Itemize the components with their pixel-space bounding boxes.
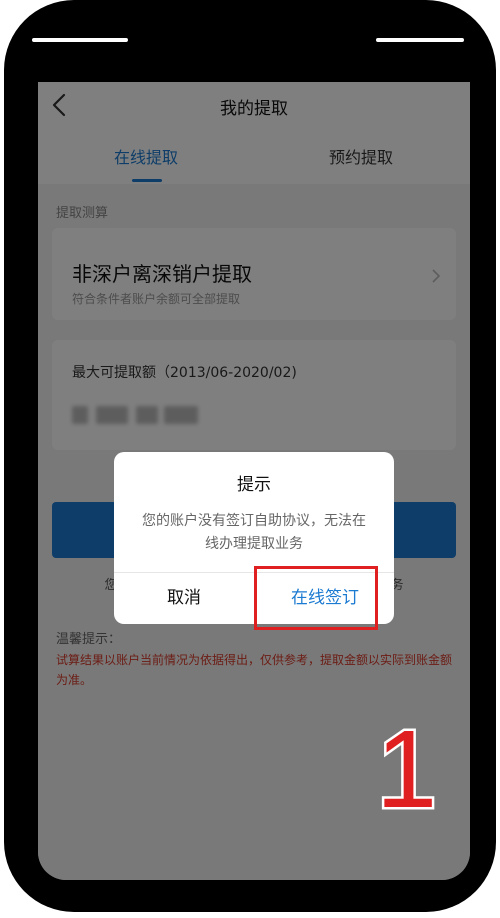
phone-speaker-right xyxy=(376,38,464,42)
step-number: 1 xyxy=(373,708,439,831)
highlight-box xyxy=(254,566,378,630)
cancel-button[interactable]: 取消 xyxy=(114,572,254,624)
dialog-message: 您的账户没有签订自助协议，无法在线办理提取业务 xyxy=(142,513,366,552)
dialog-title: 提示 xyxy=(237,475,271,495)
phone-speaker-left xyxy=(32,38,128,42)
